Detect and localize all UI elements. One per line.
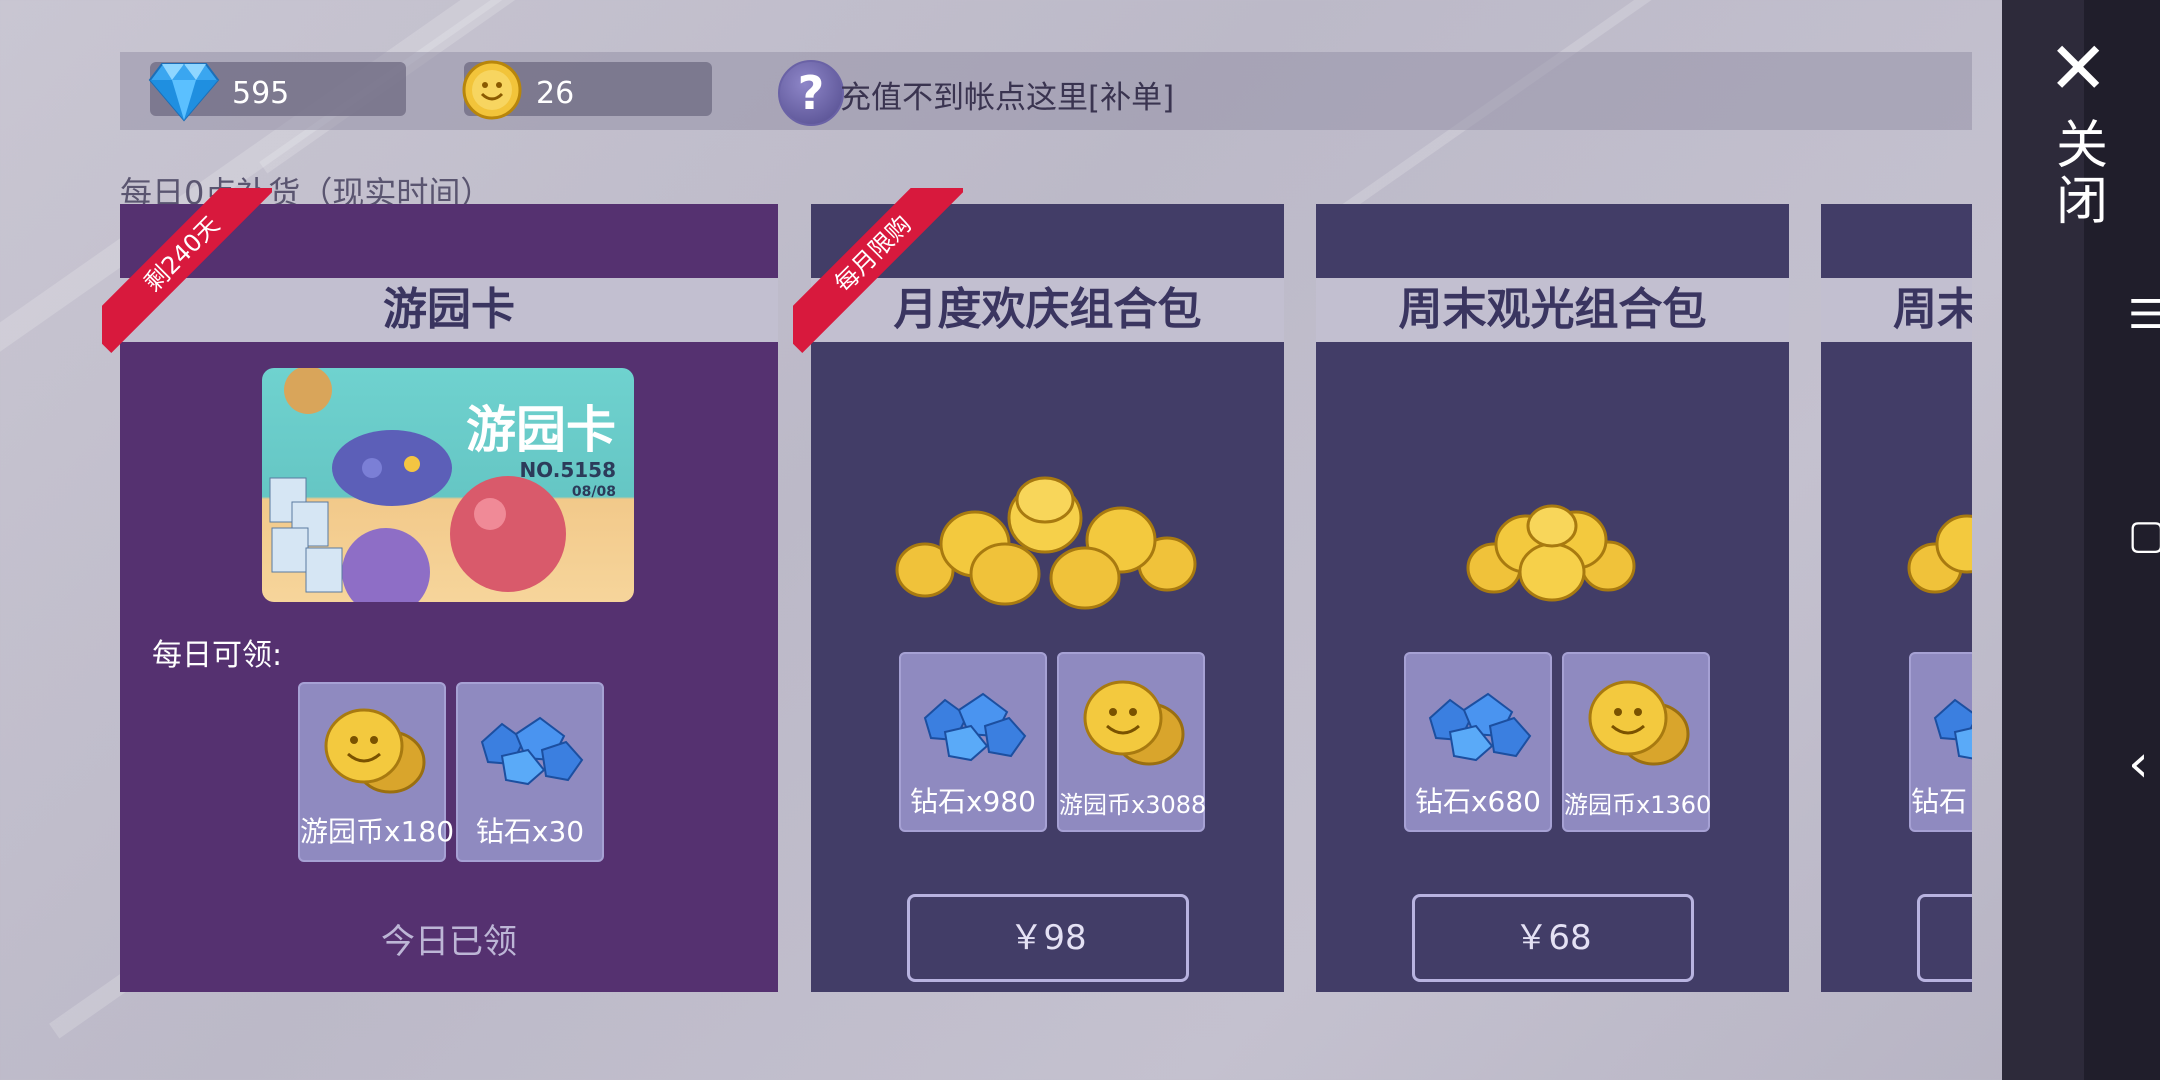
bundle-item: 钻石x980 (899, 652, 1047, 832)
close-icon[interactable]: ✕ (2048, 32, 2108, 104)
help-icon[interactable]: ? (778, 60, 844, 126)
card-title: 周末观光组合包 (1398, 284, 1707, 335)
gem-cluster-icon (1933, 698, 1972, 760)
card-title: 周末 (1893, 284, 1972, 335)
pass-card[interactable]: 游园卡 剩240天 游园卡 NO.5158 08/08 每日可领: 游园币x18… (102, 188, 778, 992)
monthly-bundle-card[interactable]: 月度欢庆组合包 每月限购 钻石x980 游园币x3088 ￥98 (793, 188, 1284, 992)
bundle-item: 游园币x3088 (1057, 652, 1207, 832)
close-label[interactable]: 关闭 (2052, 118, 2112, 230)
daily-claim-label: 每日可领: (152, 638, 283, 673)
pass-number: NO.5158 (519, 458, 616, 482)
coin-pile-icon (1588, 680, 1690, 766)
bundle-item-label: 钻石x980 (909, 785, 1036, 818)
pass-card-image: 游园卡 NO.5158 08/08 (262, 368, 634, 602)
buy-price-button[interactable]: ￥98 (907, 894, 1189, 982)
ribbon-label: 剩240天 (102, 188, 272, 353)
coin-heap-icon (1907, 514, 1972, 594)
coin-icon (462, 60, 522, 120)
coin-count: 26 (536, 76, 575, 111)
gem-cluster-icon (1428, 692, 1532, 762)
bundle-item-label: 游园币x3088 (1059, 791, 1207, 819)
gem-cluster-icon (923, 692, 1027, 762)
weekend-bundle-card-partial[interactable]: 周末 钻石 (1821, 204, 1972, 992)
bundle-item-label: 钻石 (1911, 785, 1968, 818)
claimed-status: 今日已领 (381, 922, 517, 962)
pass-image-title: 游园卡 (466, 401, 616, 459)
bundle-item-label: 游园币x1360 (1564, 791, 1712, 819)
card-clip: 周末 钻石 (1821, 204, 1972, 992)
currency-bar: 595 26 ? 充值不到帐点这里[补单] (120, 52, 1972, 130)
home-square-icon[interactable]: ▢ (2128, 512, 2160, 558)
buy-price-button[interactable] (1917, 894, 1972, 982)
diamond-count: 595 (232, 76, 290, 111)
reward-label: 钻石x30 (475, 815, 585, 848)
coin-heap-icon (1466, 504, 1636, 602)
buy-price-button[interactable]: ￥68 (1412, 894, 1694, 982)
bundle-item: 游园币x1360 (1562, 652, 1712, 832)
bundle-item: 钻石x680 (1404, 652, 1552, 832)
reward-item: 钻石x30 (456, 682, 604, 862)
coin-pile-icon (324, 708, 426, 794)
back-icon[interactable]: ‹ (2128, 734, 2149, 794)
menu-icon[interactable]: ☰ (2128, 292, 2160, 338)
bundle-item: 钻石 (1909, 652, 1972, 832)
bundle-item-label: 钻石x680 (1414, 785, 1541, 818)
monthly-limit-ribbon: 每月限购 (793, 188, 963, 358)
diamond-icon (148, 63, 220, 122)
recharge-issue-link[interactable]: 充值不到帐点这里[补单] (840, 72, 1174, 117)
reward-item: 游园币x180 (298, 682, 455, 862)
coin-pile-icon (1083, 680, 1185, 766)
coin-heap-icon (895, 476, 1197, 610)
weekend-bundle-card[interactable]: 周末观光组合包 钻石x680 游园币x1360 ￥68 (1316, 204, 1789, 992)
reward-label: 游园币x180 (300, 815, 455, 848)
ribbon-label: 每月限购 (793, 188, 963, 353)
remaining-days-ribbon: 剩240天 (102, 188, 272, 358)
gem-cluster-icon (480, 716, 584, 786)
pass-date: 08/08 (571, 484, 616, 500)
